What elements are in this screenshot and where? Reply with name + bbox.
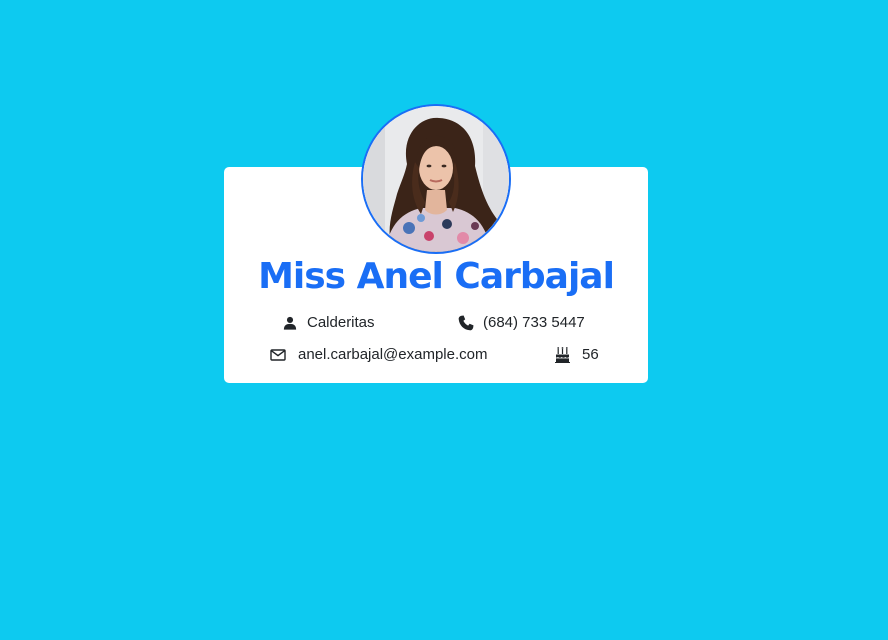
phone-info: (684) 733 5447 bbox=[458, 314, 585, 331]
location-info: Calderitas bbox=[282, 314, 375, 331]
age-info: 56 bbox=[554, 346, 599, 363]
age-text: 56 bbox=[582, 346, 599, 363]
email-text: anel.carbajal@example.com bbox=[298, 346, 488, 363]
birthday-cake-icon bbox=[554, 346, 570, 363]
person-icon bbox=[282, 315, 298, 331]
email-info: anel.carbajal@example.com bbox=[270, 346, 488, 363]
avatar-photo bbox=[363, 106, 509, 252]
location-text: Calderitas bbox=[307, 314, 375, 331]
envelope-icon bbox=[270, 347, 286, 363]
avatar bbox=[361, 104, 511, 254]
phone-text: (684) 733 5447 bbox=[483, 314, 585, 331]
phone-icon bbox=[458, 315, 474, 331]
profile-name: Miss Anel Carbajal bbox=[258, 256, 615, 297]
